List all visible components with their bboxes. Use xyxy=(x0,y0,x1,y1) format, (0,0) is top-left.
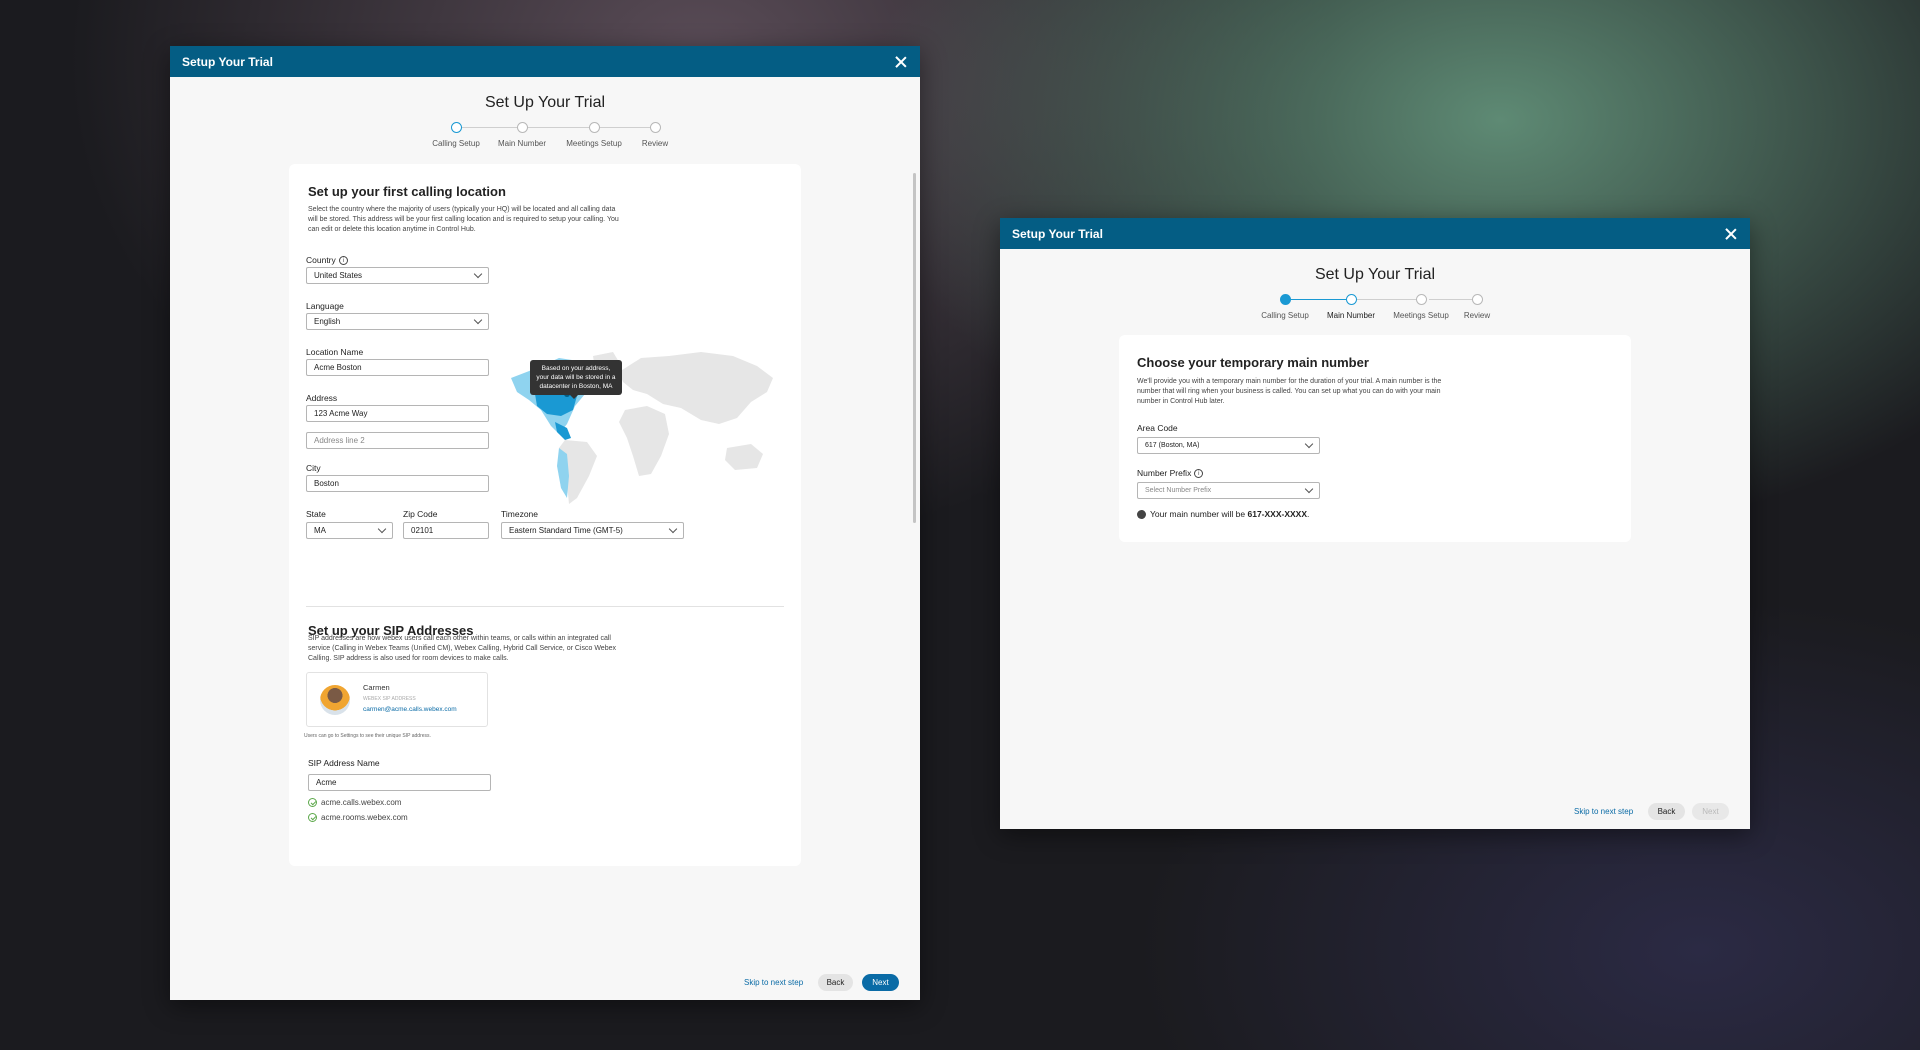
step-dot xyxy=(1471,294,1483,305)
map-africa xyxy=(619,406,669,476)
phone-icon xyxy=(1137,509,1146,519)
location-description: Select the country where the majority of… xyxy=(308,206,619,233)
close-icon[interactable] xyxy=(1724,227,1738,241)
dialog-title: Setup Your Trial xyxy=(1012,226,1103,241)
sip-hint: Users can go to Settings to see their un… xyxy=(304,733,431,739)
avatar xyxy=(320,685,350,715)
close-icon[interactable] xyxy=(894,55,908,69)
chevron-down-icon xyxy=(668,524,678,533)
chevron-down-icon xyxy=(473,315,483,324)
step-dot xyxy=(1415,294,1427,305)
sip-name-label: SIP Address Name xyxy=(308,758,380,768)
sip-user-sub: WEBEX SIP ADDRESS xyxy=(363,696,416,702)
skip-step-link[interactable]: Skip to next step xyxy=(744,978,803,987)
sip-user-name: Carmen xyxy=(363,683,390,692)
setup-trial-dialog-right: Setup Your Trial Set Up Your Trial Calli… xyxy=(1000,218,1750,829)
city-label: City xyxy=(306,463,321,473)
main-number-title: Choose your temporary main number xyxy=(1137,355,1369,370)
number-prefix-label: Number Prefix i xyxy=(1137,468,1204,479)
chevron-down-icon xyxy=(1304,439,1314,448)
sip-domain-item: acme.rooms.webex.com xyxy=(308,813,408,823)
back-button[interactable]: Back xyxy=(818,974,853,991)
timezone-label: Timezone xyxy=(501,509,539,519)
stepper: Calling Setup Main Number Meetings Setup… xyxy=(170,122,920,158)
chevron-down-icon xyxy=(473,269,483,278)
section-divider xyxy=(306,606,784,607)
sip-user-address: carmen@acme.calls.webex.com xyxy=(363,706,457,713)
location-name-label: Location Name xyxy=(306,347,364,357)
sip-domain-item: acme.calls.webex.com xyxy=(308,798,401,808)
state-label: State xyxy=(306,509,326,519)
skip-step-link[interactable]: Skip to next step xyxy=(1574,807,1633,816)
step-dot xyxy=(1279,294,1291,305)
number-prefix-select[interactable]: Select Number Prefix xyxy=(1137,482,1320,499)
step-dot xyxy=(1345,294,1357,305)
calling-setup-card: Set up your first calling location Selec… xyxy=(289,164,801,866)
step-label: Review xyxy=(641,139,669,148)
chevron-down-icon xyxy=(377,524,387,533)
language-label: Language xyxy=(306,301,344,311)
dialog-titlebar: Setup Your Trial xyxy=(1000,218,1750,249)
step-review[interactable]: Review xyxy=(610,122,700,148)
next-button[interactable]: Next xyxy=(1692,803,1729,820)
step-dot xyxy=(649,122,661,133)
map-tooltip: Based on your address, your data will be… xyxy=(530,360,622,399)
area-code-label: Area Code xyxy=(1137,423,1178,433)
timezone-select[interactable]: Eastern Standard Time (GMT-5) xyxy=(501,522,684,539)
page-title: Set Up Your Trial xyxy=(1314,266,1436,283)
chevron-down-icon xyxy=(1304,484,1314,493)
main-number-value: 617-XXX-XXXX xyxy=(1247,509,1308,519)
next-button[interactable]: Next xyxy=(862,974,899,991)
step-dot xyxy=(450,122,462,133)
address-input[interactable]: 123 Acme Way xyxy=(306,405,489,422)
map-australia xyxy=(725,444,763,470)
zip-label: Zip Code xyxy=(403,509,438,519)
sip-name-input[interactable]: Acme xyxy=(308,774,491,791)
check-circle-icon xyxy=(308,813,317,823)
step-review[interactable]: Review xyxy=(1432,294,1522,320)
step-dot xyxy=(588,122,600,133)
setup-trial-dialog-left: Setup Your Trial Set Up Your Trial Calli… xyxy=(170,46,920,1000)
location-name-input[interactable]: Acme Boston xyxy=(306,359,489,376)
back-button[interactable]: Back xyxy=(1648,803,1685,820)
sip-description: SIP addresses are how webex users call e… xyxy=(308,635,616,662)
dialog-title: Setup Your Trial xyxy=(182,54,273,69)
location-title: Set up your first calling location xyxy=(308,184,506,199)
step-label: Review xyxy=(1463,311,1491,320)
info-icon[interactable]: i xyxy=(338,256,348,266)
dialog-titlebar: Setup Your Trial xyxy=(170,46,920,77)
country-label: Country i xyxy=(306,255,348,266)
address-label: Address xyxy=(306,393,338,403)
city-input[interactable]: Boston xyxy=(306,475,489,492)
area-code-select[interactable]: 617 (Boston, MA) xyxy=(1137,437,1320,454)
scrollbar-thumb[interactable] xyxy=(913,173,916,523)
tooltip-arrow xyxy=(570,395,578,399)
main-number-description: We'll provide you with a temporary main … xyxy=(1137,378,1442,405)
state-select[interactable]: MA xyxy=(306,522,393,539)
step-dot xyxy=(516,122,528,133)
address-line2-input[interactable]: Address line 2 xyxy=(306,432,489,449)
stepper: Calling Setup Main Number Meetings Setup… xyxy=(1000,294,1750,330)
info-icon[interactable]: i xyxy=(1194,469,1204,479)
sip-preview-card: Carmen WEBEX SIP ADDRESS carmen@acme.cal… xyxy=(306,672,488,727)
zip-input[interactable]: 02101 xyxy=(403,522,489,539)
page-title: Set Up Your Trial xyxy=(484,94,606,111)
language-select[interactable]: English xyxy=(306,313,489,330)
main-number-result: Your main number will be 617-XXX-XXXX . xyxy=(1137,509,1309,519)
check-circle-icon xyxy=(308,798,317,808)
main-number-card: Choose your temporary main number We'll … xyxy=(1119,335,1631,542)
country-select[interactable]: United States xyxy=(306,267,489,284)
